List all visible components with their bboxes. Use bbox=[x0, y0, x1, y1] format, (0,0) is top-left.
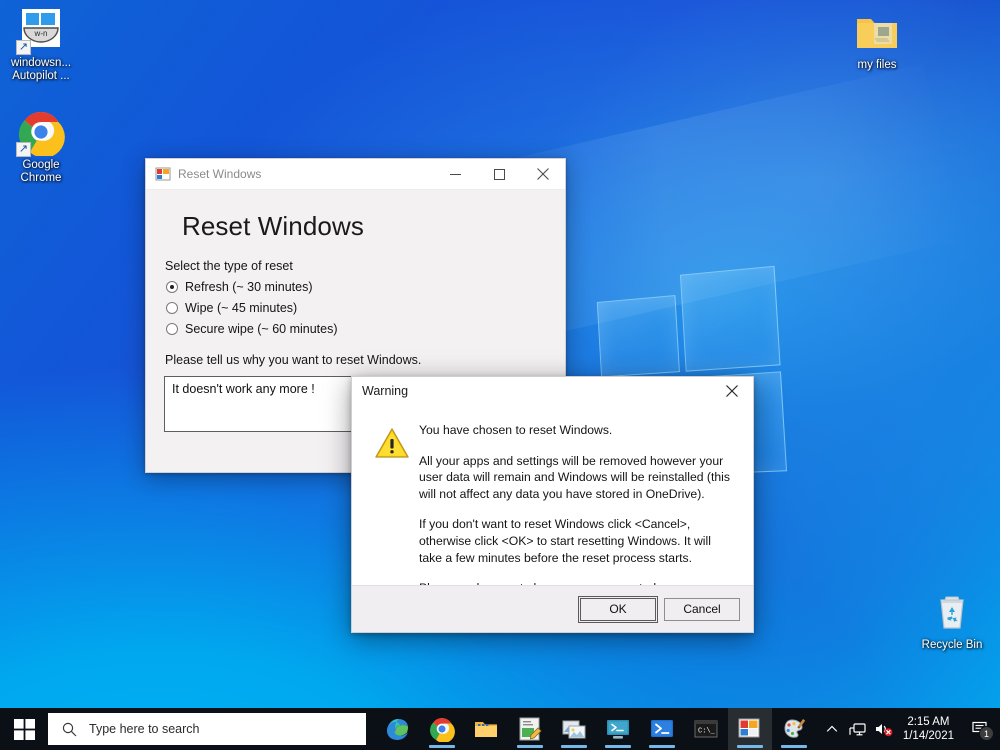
action-center-button[interactable]: 1 bbox=[964, 708, 998, 750]
dialog-content: You have chosen to reset Windows. All yo… bbox=[352, 405, 753, 597]
desktop-icon-label: my files bbox=[857, 59, 897, 71]
radio-label: Wipe (~ 45 minutes) bbox=[185, 301, 298, 315]
network-monitor-icon[interactable] bbox=[845, 708, 871, 750]
dialog-paragraph-3: If you don't want to reset Windows click… bbox=[419, 517, 711, 565]
desktop-icon-google-chrome[interactable]: ↗ Google Chrome bbox=[2, 108, 80, 185]
maximize-button[interactable] bbox=[477, 159, 521, 189]
photos-icon bbox=[561, 716, 587, 742]
start-button[interactable] bbox=[0, 708, 48, 750]
edge-icon bbox=[385, 716, 411, 742]
svg-text:C:\_: C:\_ bbox=[698, 728, 716, 736]
taskbar-paint[interactable] bbox=[772, 708, 816, 750]
clock-date: 1/14/2021 bbox=[902, 730, 954, 742]
taskbar-powershell[interactable] bbox=[640, 708, 684, 750]
folder-icon bbox=[853, 8, 901, 56]
radio-refresh[interactable]: Refresh (~ 30 minutes) bbox=[166, 280, 547, 294]
page-title: Reset Windows bbox=[182, 211, 364, 241]
windows-script-shortcut-icon: w-n ↗ bbox=[16, 6, 65, 55]
warning-triangle-icon bbox=[375, 427, 409, 459]
cancel-button[interactable]: Cancel bbox=[664, 597, 740, 621]
taskbar-photos[interactable] bbox=[552, 708, 596, 750]
dialog-paragraph-2: All your apps and settings will be remov… bbox=[419, 453, 730, 501]
desktop-icon-label: windowsn... Autopilot ... bbox=[10, 57, 72, 82]
reason-label: Please tell us why you want to reset Win… bbox=[165, 353, 422, 367]
chrome-icon: ↗ bbox=[16, 108, 65, 158]
taskbar: Type here to search C:\_ 2:15 AM 1/14/20… bbox=[0, 708, 1000, 750]
system-tray: 2:15 AM 1/14/2021 1 bbox=[819, 708, 1000, 750]
radio-label: Refresh (~ 30 minutes) bbox=[185, 280, 313, 294]
dialog-titlebar[interactable]: Warning bbox=[352, 377, 753, 405]
desktop-screen: w-n ↗ windowsn... Autopilot ... ↗ Google… bbox=[0, 0, 1000, 750]
shortcut-overlay-icon: ↗ bbox=[16, 142, 31, 157]
radio-mark-icon bbox=[166, 281, 178, 293]
desktop-icon-windows-autopilot[interactable]: w-n ↗ windowsn... Autopilot ... bbox=[2, 6, 80, 83]
dialog-footer: OK Cancel bbox=[352, 585, 753, 632]
reset-type-label: Select the type of reset bbox=[165, 259, 293, 273]
clock-time: 2:15 AM bbox=[907, 716, 950, 728]
radio-secure-wipe[interactable]: Secure wipe (~ 60 minutes) bbox=[166, 322, 547, 336]
radio-mark-icon bbox=[166, 302, 178, 314]
desktop-icon-label: Google Chrome bbox=[20, 159, 62, 184]
application-form-icon bbox=[737, 716, 763, 742]
radio-label: Secure wipe (~ 60 minutes) bbox=[185, 322, 338, 336]
dialog-paragraph-1: You have chosen to reset Windows. bbox=[419, 423, 613, 437]
taskbar-command-prompt[interactable]: C:\_ bbox=[684, 708, 728, 750]
search-placeholder: Type here to search bbox=[89, 722, 200, 736]
dialog-close-button[interactable] bbox=[711, 378, 753, 405]
application-form-icon bbox=[155, 166, 171, 182]
search-icon bbox=[62, 722, 77, 736]
recycle-bin-icon bbox=[928, 588, 976, 636]
taskbar-edge[interactable] bbox=[376, 708, 420, 750]
taskbar-powershell-ise[interactable] bbox=[596, 708, 640, 750]
shortcut-overlay-icon: ↗ bbox=[16, 40, 31, 55]
taskbar-file-explorer[interactable] bbox=[464, 708, 508, 750]
powershell-ise-icon bbox=[605, 716, 631, 742]
desktop-icon-my-files[interactable]: my files bbox=[838, 8, 916, 72]
radio-mark-icon bbox=[166, 323, 178, 335]
command-prompt-icon: C:\_ bbox=[693, 716, 719, 742]
minimize-button[interactable] bbox=[433, 159, 477, 189]
close-button[interactable] bbox=[521, 159, 565, 189]
taskbar-notepad-editor[interactable] bbox=[508, 708, 552, 750]
logo-pane-top-right bbox=[679, 265, 781, 372]
warning-dialog: Warning You have chosen to reset Windows… bbox=[351, 376, 754, 633]
chrome-icon bbox=[429, 716, 455, 743]
desktop-icon-recycle-bin[interactable]: Recycle Bin bbox=[913, 588, 991, 652]
folder-icon bbox=[473, 716, 499, 742]
window-titlebar[interactable]: Reset Windows bbox=[146, 159, 565, 190]
chevron-up-icon[interactable] bbox=[819, 708, 845, 750]
volume-muted-icon[interactable] bbox=[871, 708, 897, 750]
taskbar-clock[interactable]: 2:15 AM 1/14/2021 bbox=[897, 715, 964, 743]
radio-wipe[interactable]: Wipe (~ 45 minutes) bbox=[166, 301, 547, 315]
taskbar-chrome[interactable] bbox=[420, 708, 464, 750]
taskbar-reset-windows[interactable] bbox=[728, 708, 772, 750]
paint-palette-icon bbox=[781, 716, 807, 742]
svg-text:w-n: w-n bbox=[34, 29, 48, 38]
dialog-message: You have chosen to reset Windows. All yo… bbox=[419, 422, 737, 597]
logo-pane-top-left bbox=[596, 295, 680, 378]
powershell-icon bbox=[649, 716, 675, 742]
ok-button[interactable]: OK bbox=[578, 595, 658, 623]
dialog-title: Warning bbox=[362, 384, 409, 398]
notepad-edit-icon bbox=[517, 716, 543, 742]
window-title: Reset Windows bbox=[178, 167, 262, 181]
taskbar-app-list: C:\_ bbox=[376, 708, 816, 750]
search-input[interactable]: Type here to search bbox=[48, 713, 366, 745]
notification-badge: 1 bbox=[979, 726, 994, 741]
desktop-icon-label: Recycle Bin bbox=[921, 639, 983, 651]
